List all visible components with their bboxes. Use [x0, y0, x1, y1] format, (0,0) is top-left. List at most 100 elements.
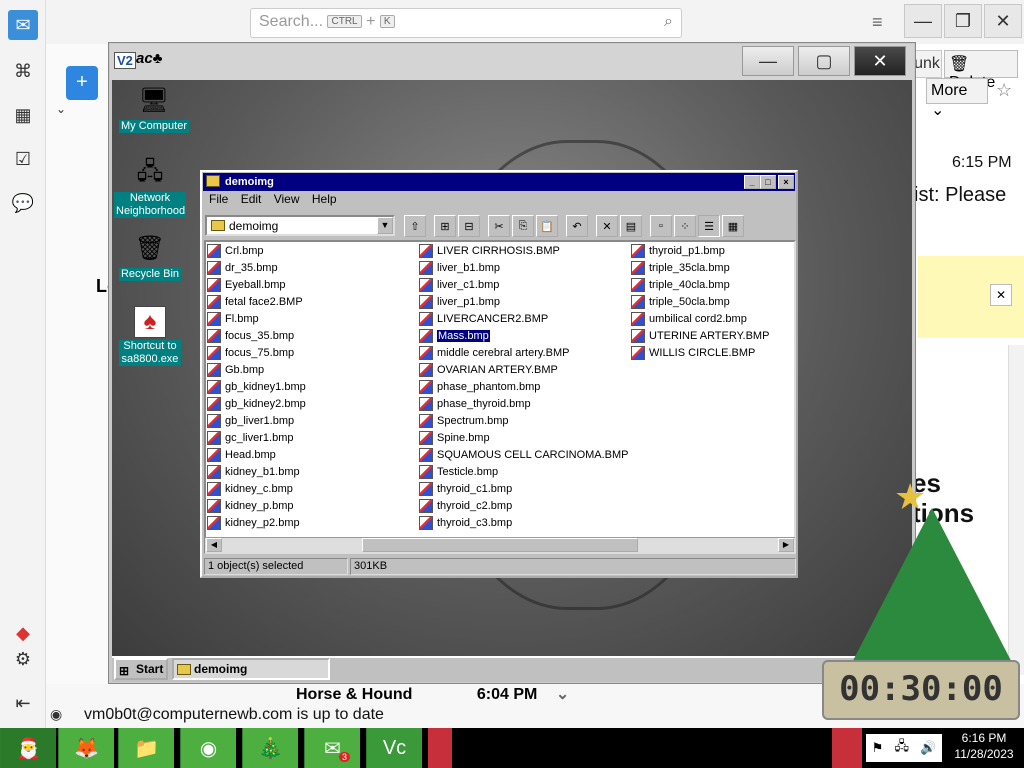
file-item[interactable]: Mass.bmp: [419, 327, 629, 344]
explorer-titlebar[interactable]: demoimg: [203, 173, 795, 191]
properties-icon[interactable]: ▤: [620, 215, 642, 237]
delete-icon[interactable]: ✕: [596, 215, 618, 237]
more-button[interactable]: More ⌄: [926, 78, 988, 119]
scroll-right-icon[interactable]: ▶: [778, 538, 794, 552]
file-item[interactable]: phase_phantom.bmp: [419, 378, 629, 395]
file-item[interactable]: kidney_p2.bmp: [207, 514, 306, 531]
file-item[interactable]: thyroid_c2.bmp: [419, 497, 629, 514]
file-item[interactable]: middle cerebral artery.BMP: [419, 344, 629, 361]
large-icons-icon[interactable]: ▫: [650, 215, 672, 237]
disconnect-drive-icon[interactable]: ⊟: [458, 215, 480, 237]
menu-edit[interactable]: Edit: [241, 192, 262, 206]
file-item[interactable]: Head.bmp: [207, 446, 306, 463]
file-item[interactable]: gb_kidney1.bmp: [207, 378, 306, 395]
close-icon[interactable]: ✕: [990, 284, 1012, 306]
collapse-icon[interactable]: ⇤: [10, 690, 36, 716]
flag-icon[interactable]: ⚑: [872, 740, 884, 756]
vnc-restore-button[interactable]: ▢: [798, 46, 850, 76]
desktop-icon-my-computer[interactable]: 🖥 My Computer: [114, 84, 194, 134]
file-item[interactable]: thyroid_c1.bmp: [419, 480, 629, 497]
up-folder-icon[interactable]: ⇧: [404, 215, 426, 237]
file-item[interactable]: OVARIAN ARTERY.BMP: [419, 361, 629, 378]
file-item[interactable]: UTERINE ARTERY.BMP: [631, 327, 769, 344]
new-message-button[interactable]: +: [66, 66, 98, 100]
file-item[interactable]: focus_75.bmp: [207, 344, 306, 361]
undo-icon[interactable]: ↶: [566, 215, 588, 237]
file-item[interactable]: LIVERCANCER2.BMP: [419, 310, 629, 327]
start-button[interactable]: ⊞ Start: [114, 658, 168, 680]
restore-button[interactable]: ❐: [944, 4, 982, 38]
file-item[interactable]: umbilical cord2.bmp: [631, 310, 769, 327]
map-drive-icon[interactable]: ⊞: [434, 215, 456, 237]
tag-icon[interactable]: ◆: [10, 620, 36, 646]
file-item[interactable]: Testicle.bmp: [419, 463, 629, 480]
file-item[interactable]: gb_liver1.bmp: [207, 412, 306, 429]
calendar-icon[interactable]: ▦: [10, 102, 36, 128]
desktop-icon-sa8800[interactable]: ♠ Shortcut to sa8800.exe: [110, 306, 190, 367]
clock[interactable]: 6:16 PM 11/28/2023: [944, 730, 1024, 762]
delete-button[interactable]: 🗑 Delete: [944, 50, 1018, 91]
explorer-minimize-button[interactable]: _: [744, 175, 760, 189]
file-item[interactable]: liver_c1.bmp: [419, 276, 629, 293]
mail-icon[interactable]: ✉: [8, 10, 38, 40]
vnc-app-icon[interactable]: Vc: [366, 728, 422, 768]
file-item[interactable]: gc_liver1.bmp: [207, 429, 306, 446]
desktop-icon-recycle-bin[interactable]: 🗑 Recycle Bin: [110, 232, 190, 282]
search-input[interactable]: Search... CTRL + K ⌕: [250, 8, 682, 38]
volume-icon[interactable]: 🔊: [920, 740, 936, 756]
star-icon[interactable]: ☆: [996, 80, 1012, 101]
firefox-icon[interactable]: 🦊: [58, 728, 114, 768]
file-item[interactable]: SQUAMOUS CELL CARCINOMA.BMP: [419, 446, 629, 463]
chrome-icon[interactable]: ◉: [180, 728, 236, 768]
address-book-icon[interactable]: ⌘: [10, 58, 36, 84]
scroll-left-icon[interactable]: ◀: [206, 538, 222, 552]
thunderbird-icon[interactable]: ✉ 3: [304, 728, 360, 768]
junk-button[interactable]: unk: [912, 50, 942, 78]
message-list-row[interactable]: Horse & Hound 6:04 PM ⌄: [296, 684, 569, 704]
address-combo[interactable]: demoimg: [205, 215, 395, 236]
xmas-tree-app-icon[interactable]: 🎄: [242, 728, 298, 768]
file-item[interactable]: Fl.bmp: [207, 310, 306, 327]
tasks-icon[interactable]: ☑: [10, 146, 36, 172]
file-item[interactable]: liver_p1.bmp: [419, 293, 629, 310]
file-item[interactable]: phase_thyroid.bmp: [419, 395, 629, 412]
explorer-maximize-button[interactable]: □: [760, 175, 776, 189]
file-item[interactable]: focus_35.bmp: [207, 327, 306, 344]
file-explorer-icon[interactable]: 📁: [118, 728, 174, 768]
menu-help[interactable]: Help: [312, 192, 337, 206]
paste-icon[interactable]: 📋: [536, 215, 558, 237]
expand-icon[interactable]: ⌄: [56, 102, 66, 116]
file-item[interactable]: dr_35.bmp: [207, 259, 306, 276]
copy-icon[interactable]: ⎘: [512, 215, 534, 237]
file-item[interactable]: kidney_c.bmp: [207, 480, 306, 497]
close-button[interactable]: ✕: [984, 4, 1022, 38]
details-view-icon[interactable]: ▦: [722, 215, 744, 237]
explorer-close-button[interactable]: ×: [778, 175, 794, 189]
file-item[interactable]: Crl.bmp: [207, 242, 306, 259]
file-item[interactable]: WILLIS CIRCLE.BMP: [631, 344, 769, 361]
settings-icon[interactable]: ⚙: [10, 646, 36, 672]
santa-start-icon[interactable]: 🎅: [0, 728, 56, 768]
menu-view[interactable]: View: [274, 192, 300, 206]
file-item[interactable]: triple_50cla.bmp: [631, 293, 769, 310]
minimize-button[interactable]: —: [904, 4, 942, 38]
file-item[interactable]: Gb.bmp: [207, 361, 306, 378]
file-item[interactable]: Spine.bmp: [419, 429, 629, 446]
vnc-minimize-button[interactable]: —: [742, 46, 794, 76]
file-item[interactable]: gb_kidney2.bmp: [207, 395, 306, 412]
chat-icon[interactable]: 💬: [10, 190, 36, 216]
app-menu-icon[interactable]: ≡: [872, 12, 883, 33]
address-dropdown-button[interactable]: ▼: [377, 217, 393, 234]
network-tray-icon[interactable]: 🖧: [894, 737, 909, 759]
file-item[interactable]: Spectrum.bmp: [419, 412, 629, 429]
file-item[interactable]: thyroid_p1.bmp: [631, 242, 769, 259]
vnc-close-button[interactable]: ✕: [854, 46, 906, 76]
desktop-icon-network[interactable]: 🖧 Network Neighborhood: [110, 158, 190, 219]
scroll-thumb[interactable]: [362, 538, 638, 552]
taskbar-button-demoimg[interactable]: demoimg: [172, 658, 330, 680]
file-item[interactable]: thyroid_c3.bmp: [419, 514, 629, 531]
file-item[interactable]: fetal face2.BMP: [207, 293, 306, 310]
small-icons-icon[interactable]: ⁘: [674, 215, 696, 237]
cut-icon[interactable]: ✂: [488, 215, 510, 237]
file-item[interactable]: LIVER CIRRHOSIS.BMP: [419, 242, 629, 259]
